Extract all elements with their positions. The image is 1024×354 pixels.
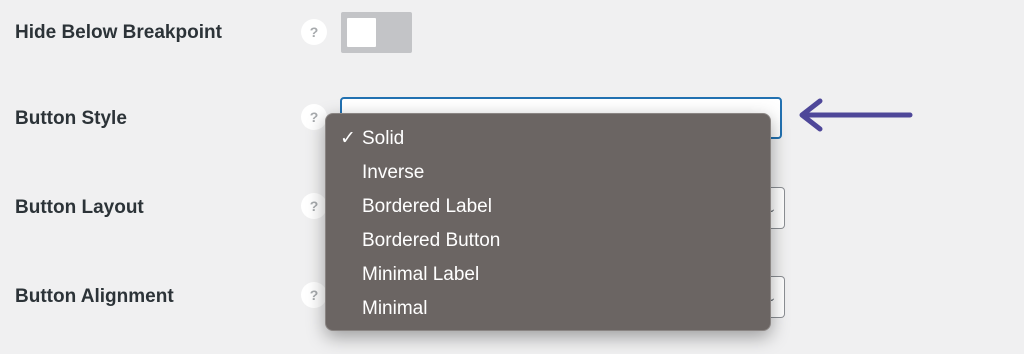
button-layout-label: Button Layout xyxy=(15,197,144,218)
help-icon[interactable]: ? xyxy=(301,282,327,308)
settings-panel: Hide Below Breakpoint ? Button Style ? B… xyxy=(0,0,1024,354)
button-alignment-label: Button Alignment xyxy=(15,286,174,307)
button-style-label: Button Style xyxy=(15,108,127,129)
help-icon[interactable]: ? xyxy=(301,193,327,219)
menu-item-label: Inverse xyxy=(362,162,425,183)
menu-item-minimal-label[interactable]: Minimal Label xyxy=(326,258,770,292)
checkmark-icon: ✓ xyxy=(340,128,356,149)
help-icon[interactable]: ? xyxy=(301,104,327,130)
menu-item-label: Minimal xyxy=(362,298,428,319)
menu-item-minimal[interactable]: Minimal xyxy=(326,292,770,326)
menu-item-solid[interactable]: ✓ Solid xyxy=(326,122,770,156)
hide-below-breakpoint-toggle[interactable] xyxy=(341,12,412,53)
toggle-knob xyxy=(347,18,376,47)
button-style-dropdown-menu: ✓ Solid Inverse Bordered Label Bordered … xyxy=(325,113,771,331)
help-icon[interactable]: ? xyxy=(301,19,327,45)
menu-item-label: Solid xyxy=(362,128,405,149)
menu-item-inverse[interactable]: Inverse xyxy=(326,156,770,190)
menu-item-bordered-label[interactable]: Bordered Label xyxy=(326,190,770,224)
hide-below-breakpoint-label: Hide Below Breakpoint xyxy=(15,22,222,43)
menu-item-label: Minimal Label xyxy=(362,264,480,285)
menu-item-label: Bordered Button xyxy=(362,230,501,251)
menu-item-bordered-button[interactable]: Bordered Button xyxy=(326,224,770,258)
annotation-arrow-icon xyxy=(799,98,913,132)
menu-item-label: Bordered Label xyxy=(362,196,492,217)
